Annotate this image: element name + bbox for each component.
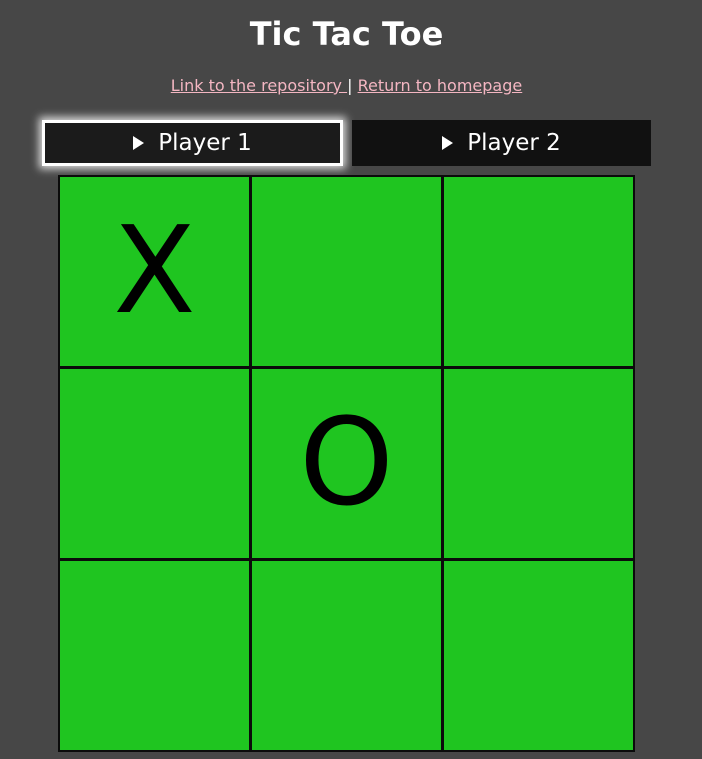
player-1-button[interactable]: Player 1 (42, 120, 343, 166)
player-2-button[interactable]: Player 2 (352, 120, 651, 166)
link-separator: | (347, 76, 353, 95)
links-bar: Link to the repository | Return to homep… (0, 75, 693, 97)
play-icon (442, 136, 454, 150)
board-cell-4[interactable] (60, 369, 249, 558)
page: Tic Tac Toe Link to the repository | Ret… (0, 0, 702, 759)
board-cell-6[interactable] (444, 369, 633, 558)
player-2-label: Player 2 (467, 130, 561, 156)
board-cell-3[interactable] (444, 177, 633, 366)
board-cell-2[interactable] (252, 177, 441, 366)
homepage-link[interactable]: Return to homepage (358, 76, 523, 95)
repository-link[interactable]: Link to the repository (171, 76, 347, 95)
play-icon (133, 136, 145, 150)
board-cell-8[interactable] (252, 561, 441, 750)
player-1-label: Player 1 (158, 130, 252, 156)
game-board: X O (58, 175, 635, 752)
board-cell-1[interactable]: X (60, 177, 249, 366)
board-cell-9[interactable] (444, 561, 633, 750)
board-cell-5[interactable]: O (252, 369, 441, 558)
board-cell-7[interactable] (60, 561, 249, 750)
player-selector: Player 1 Player 2 (42, 120, 651, 166)
page-title: Tic Tac Toe (249, 15, 444, 53)
